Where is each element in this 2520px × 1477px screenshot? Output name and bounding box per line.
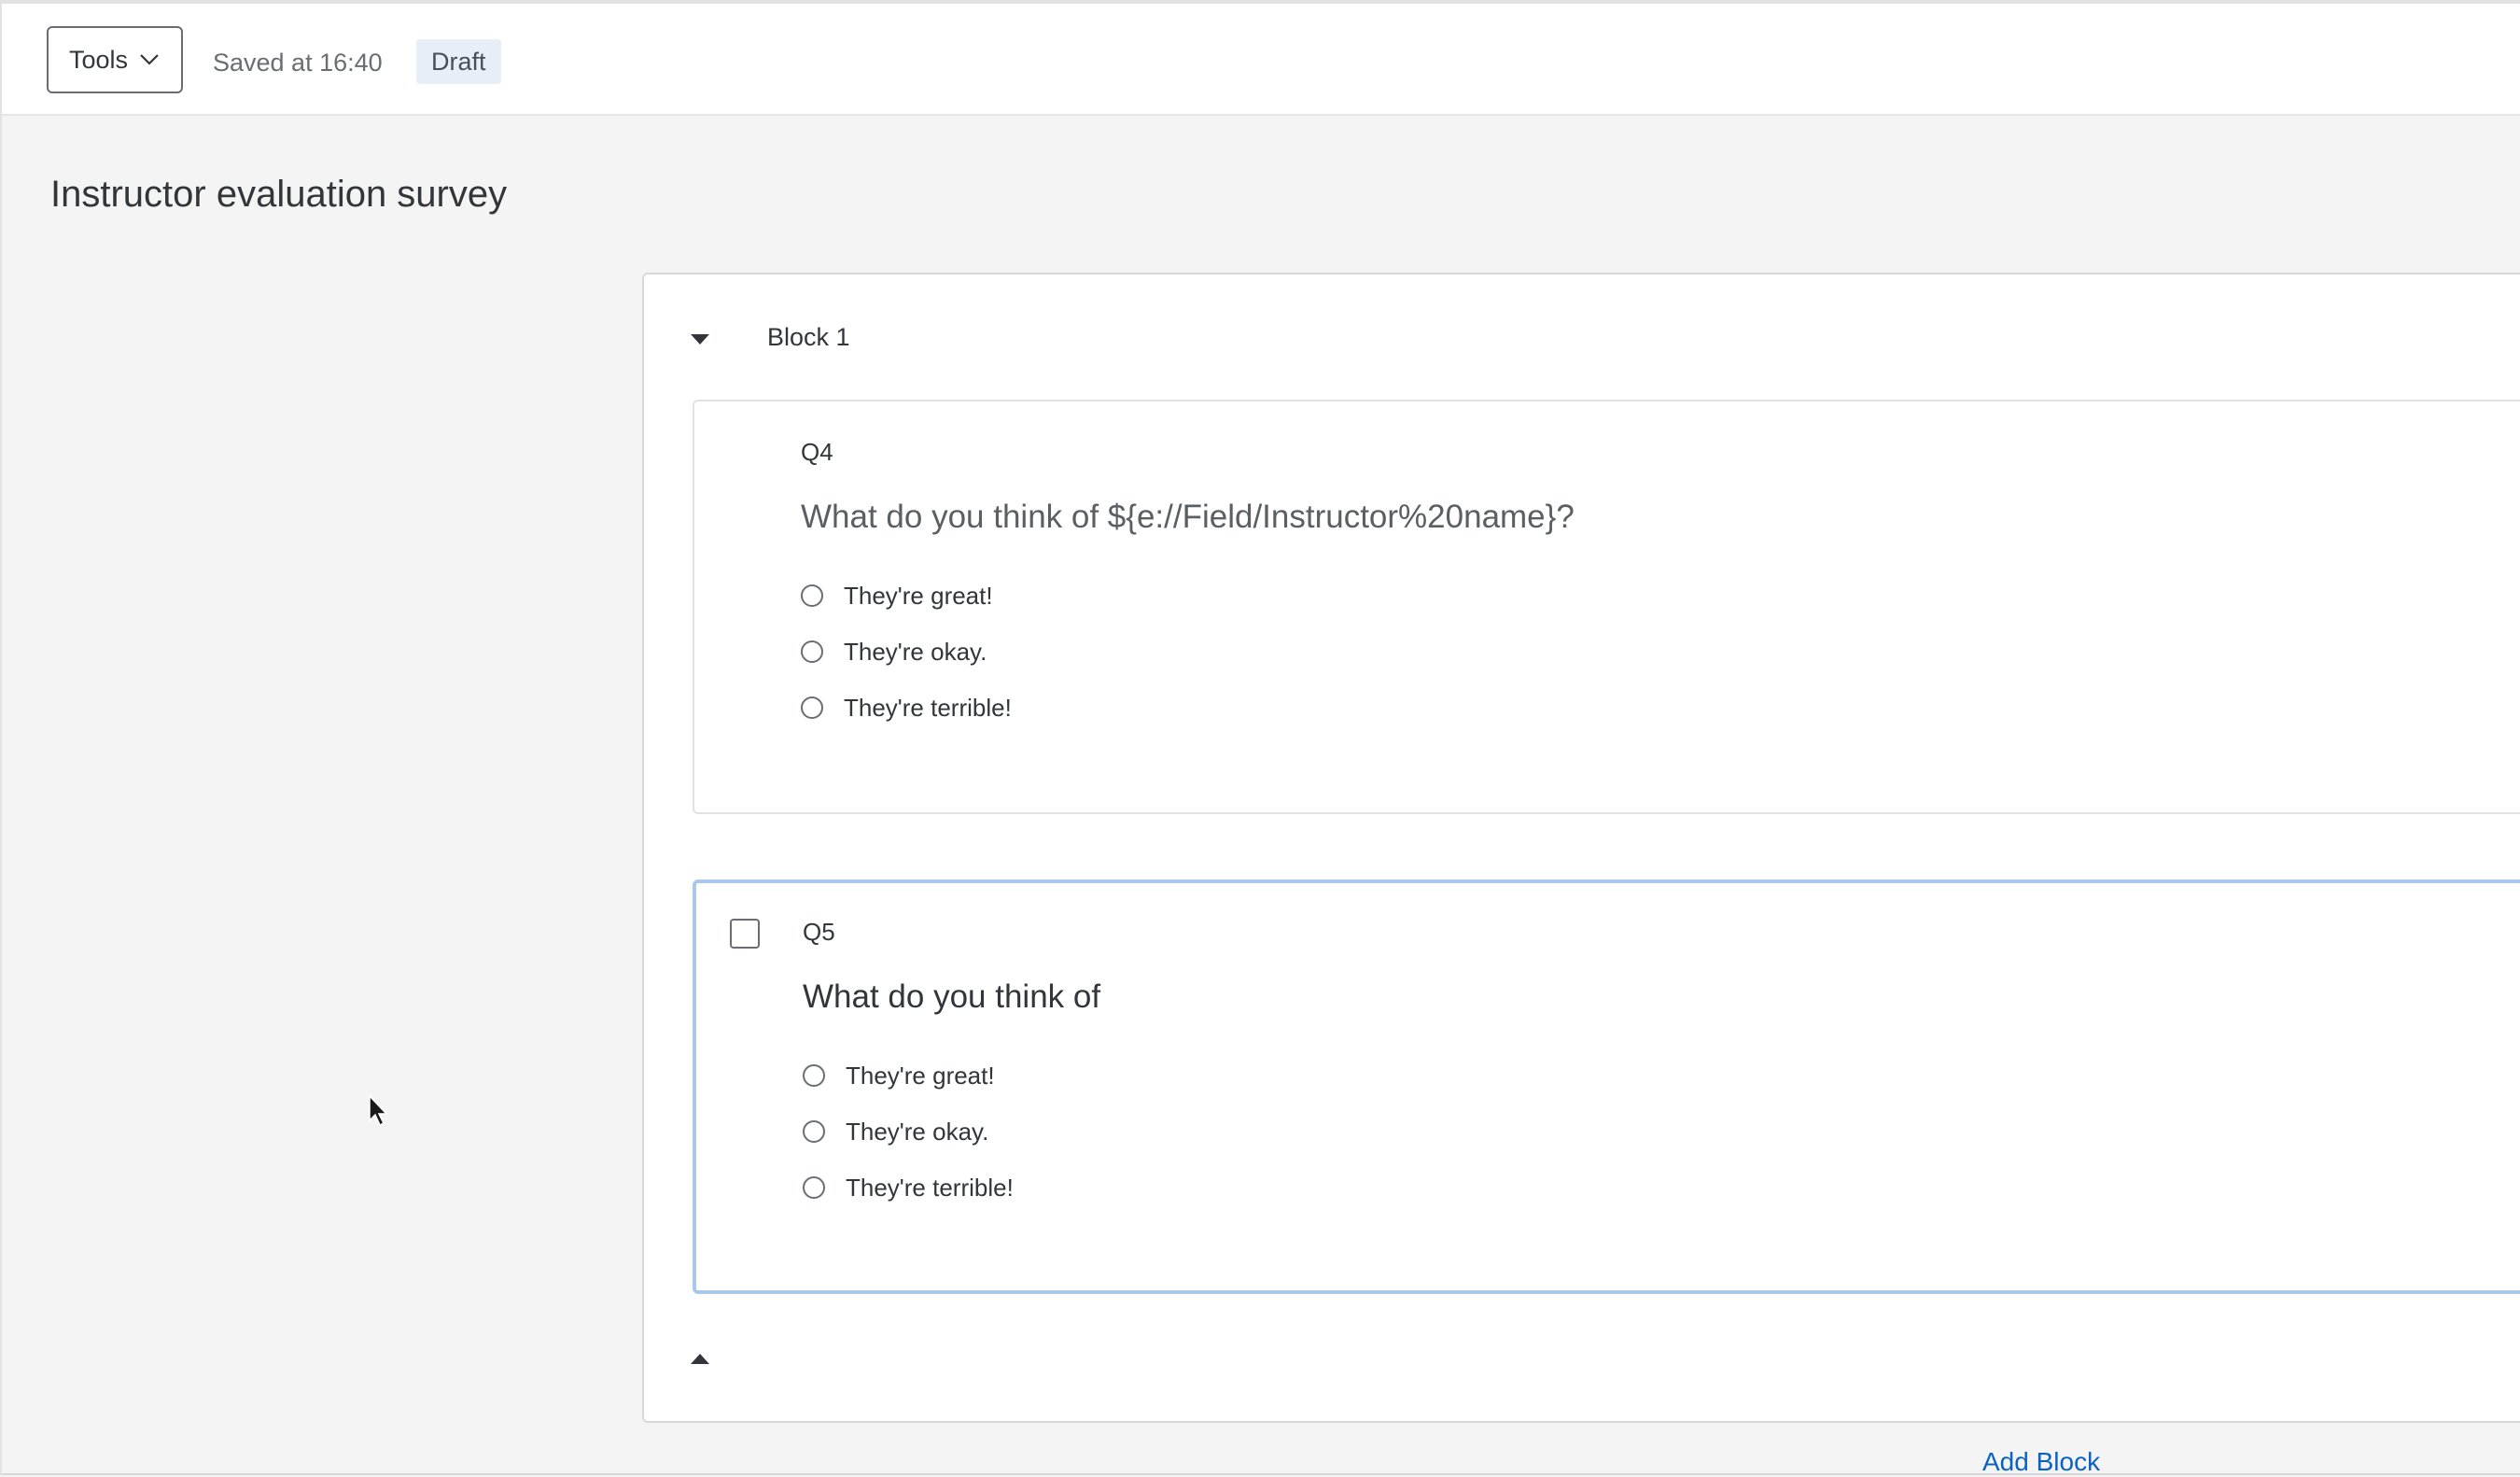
question-text[interactable]: What do you think of — [803, 977, 1100, 1018]
choice-option[interactable]: They're okay. — [801, 624, 1012, 680]
choice-option[interactable]: They're okay. — [803, 1104, 1014, 1160]
page-title: Instructor evaluation survey — [50, 174, 508, 215]
add-block-link[interactable]: Add Block — [1982, 1445, 2100, 1473]
top-toolbar: Tools Saved at 16:40 Draft — [2, 4, 2520, 116]
choice-label: They're okay. — [844, 638, 987, 666]
caret-down-icon[interactable] — [691, 334, 709, 345]
block-title: Block 1 — [767, 323, 850, 351]
question-card-q5[interactable]: Q5 What do you think of They're great! T… — [693, 879, 2520, 1294]
survey-block: Block 1 Q4 What do you think of ${e://Fi… — [642, 273, 2520, 1423]
app-window: Tools Saved at 16:40 Draft Instructor ev… — [0, 0, 2520, 1475]
choice-label: They're great! — [846, 1062, 995, 1090]
choice-option[interactable]: They're great! — [803, 1048, 1014, 1104]
choice-label: They're terrible! — [846, 1174, 1014, 1202]
tools-button-label: Tools — [69, 45, 129, 74]
chevron-down-icon — [140, 54, 159, 65]
choice-option[interactable]: They're terrible! — [803, 1160, 1014, 1216]
radio-button[interactable] — [803, 1120, 825, 1143]
question-number: Q4 — [801, 438, 833, 466]
question-text[interactable]: What do you think of ${e://Field/Instruc… — [801, 497, 1575, 538]
question-select-checkbox[interactable] — [730, 919, 760, 949]
choice-label: They're okay. — [846, 1118, 989, 1146]
choice-list: They're great! They're okay. They're ter… — [803, 1048, 1014, 1216]
tools-dropdown-button[interactable]: Tools — [47, 26, 183, 93]
status-badge: Draft — [416, 39, 501, 84]
caret-up-icon[interactable] — [691, 1354, 709, 1365]
mouse-cursor-icon — [369, 1094, 388, 1127]
radio-button[interactable] — [803, 1064, 825, 1087]
radio-button[interactable] — [801, 584, 823, 607]
choice-option[interactable]: They're great! — [801, 568, 1012, 624]
radio-button[interactable] — [801, 696, 823, 719]
choice-list: They're great! They're okay. They're ter… — [801, 568, 1012, 736]
radio-button[interactable] — [803, 1176, 825, 1199]
save-status-text: Saved at 16:40 — [213, 49, 383, 77]
choice-label: They're terrible! — [844, 694, 1012, 722]
choice-label: They're great! — [844, 582, 993, 610]
radio-button[interactable] — [801, 640, 823, 663]
choice-option[interactable]: They're terrible! — [801, 680, 1012, 736]
question-number: Q5 — [803, 918, 835, 946]
question-card-q4[interactable]: Q4 What do you think of ${e://Field/Inst… — [693, 400, 2520, 814]
